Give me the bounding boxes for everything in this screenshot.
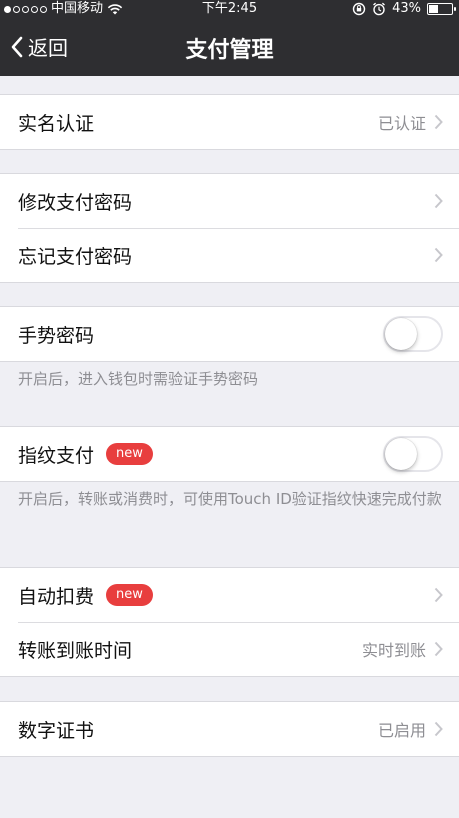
row-label: 手势密码 [18, 324, 95, 347]
toggle-knob [385, 318, 417, 350]
row-label: 忘记支付密码 [18, 245, 133, 268]
gesture-toggle[interactable] [383, 316, 443, 352]
fingerprint-toggle[interactable] [383, 436, 443, 472]
battery-percent: 43% [392, 1, 421, 16]
chevron-right-icon [434, 587, 443, 603]
row-certificate[interactable]: 数字证书 已启用 [0, 702, 459, 756]
top-bar: 中国移动 下午2:45 43% 返回 支付管理 [0, 0, 459, 76]
chevron-right-icon [434, 721, 443, 737]
row-gesture: 手势密码 [0, 307, 459, 361]
chevron-right-icon [434, 193, 443, 209]
new-badge: new [106, 443, 153, 465]
group-fingerprint: 指纹支付 new [0, 426, 459, 482]
battery-icon [427, 3, 456, 15]
row-fingerprint: 指纹支付 new [0, 427, 459, 481]
nav-bar: 返回 支付管理 [0, 18, 459, 76]
chevron-right-icon [434, 114, 443, 130]
status-bar: 中国移动 下午2:45 43% [0, 0, 459, 18]
row-change-password[interactable]: 修改支付密码 [0, 174, 459, 228]
fingerprint-hint: 开启后，转账或消费时，可使用Touch ID验证指纹快速完成付款 [18, 490, 442, 508]
page-title: 支付管理 [185, 38, 274, 63]
row-value: 实时到账 [361, 641, 426, 660]
row-value: 已启用 [377, 721, 426, 740]
gesture-hint: 开启后，进入钱包时需验证手势密码 [18, 370, 259, 388]
chevron-right-icon [434, 641, 443, 657]
group-password: 修改支付密码 忘记支付密码 [0, 173, 459, 283]
group-payment: 自动扣费 new 转账到账时间 实时到账 [0, 567, 459, 677]
battery-fill [429, 5, 438, 13]
screen: 中国移动 下午2:45 43% 返回 支付管理 实名认证 已认证 修改支付密码 … [0, 0, 459, 818]
row-label: 指纹支付 [18, 444, 95, 467]
row-auto-deduct[interactable]: 自动扣费 new [0, 568, 459, 622]
row-label: 修改支付密码 [18, 191, 133, 214]
row-value: 已认证 [377, 114, 426, 133]
row-label: 数字证书 [18, 719, 95, 742]
group-certificate: 数字证书 已启用 [0, 701, 459, 757]
row-transfer-time[interactable]: 转账到账时间 实时到账 [0, 622, 459, 676]
toggle-knob [385, 438, 417, 470]
status-right: 43% [352, 0, 456, 18]
new-badge: new [106, 584, 153, 606]
group-gesture: 手势密码 [0, 306, 459, 362]
group-real-name: 实名认证 已认证 [0, 94, 459, 150]
rotation-lock-icon [352, 2, 366, 16]
row-real-name[interactable]: 实名认证 已认证 [0, 95, 459, 149]
row-label: 实名认证 [18, 112, 95, 135]
row-forgot-password[interactable]: 忘记支付密码 [0, 228, 459, 282]
alarm-icon [373, 2, 386, 16]
chevron-right-icon [434, 247, 443, 263]
row-label: 自动扣费 [18, 585, 95, 608]
row-label: 转账到账时间 [18, 639, 133, 662]
